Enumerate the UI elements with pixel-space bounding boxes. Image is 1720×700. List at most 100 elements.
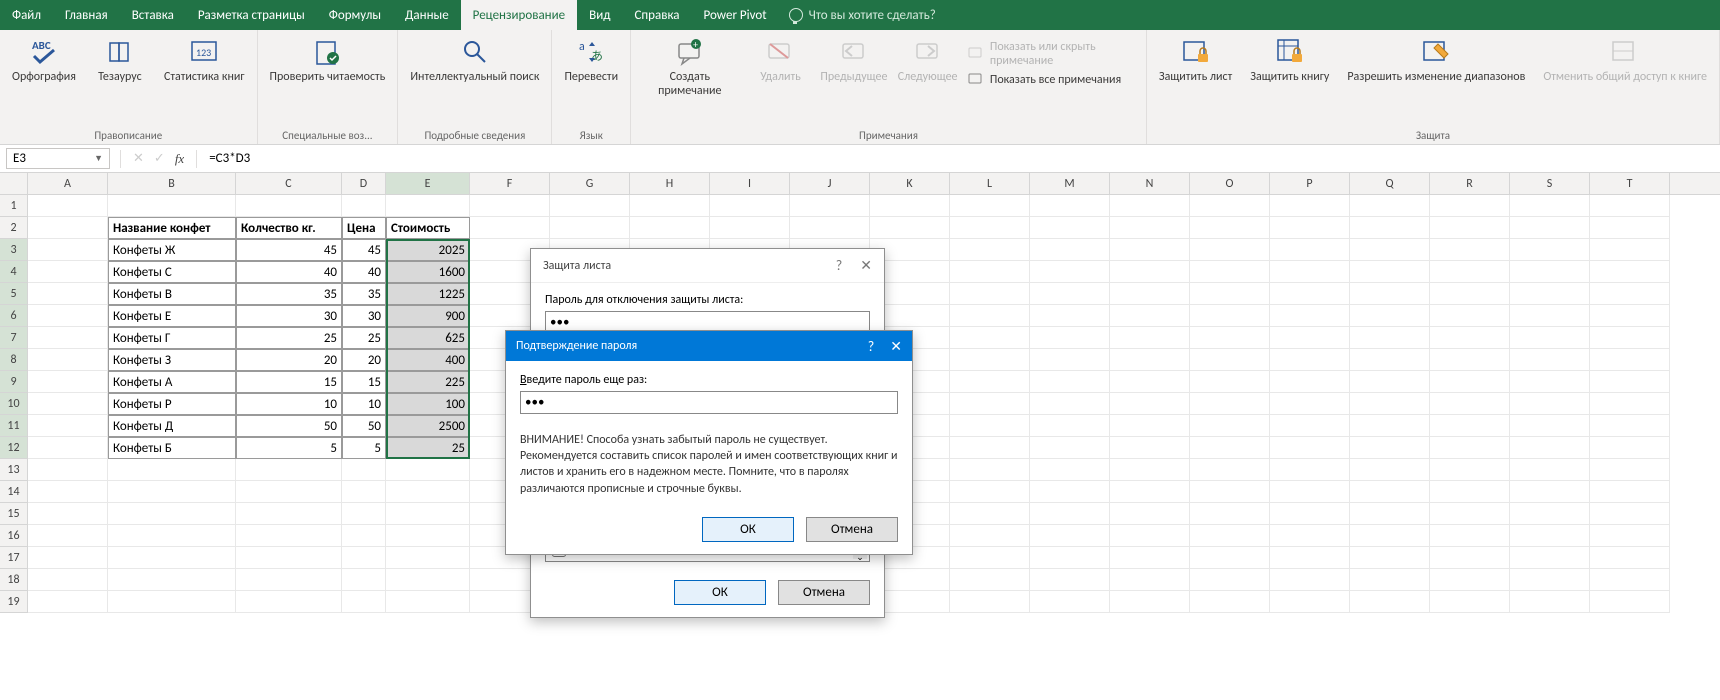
- cell[interactable]: [1510, 261, 1590, 283]
- column-header[interactable]: F: [470, 173, 550, 194]
- cell[interactable]: [1030, 393, 1110, 415]
- cell[interactable]: [470, 195, 550, 217]
- cell[interactable]: [1590, 547, 1670, 569]
- cell[interactable]: [710, 217, 790, 239]
- cell[interactable]: [1270, 437, 1350, 459]
- cell[interactable]: [28, 591, 108, 613]
- cell[interactable]: 100: [386, 393, 470, 415]
- cell[interactable]: Конфеты Е: [108, 305, 236, 327]
- cancel-button[interactable]: Отмена: [778, 580, 870, 605]
- cell[interactable]: [1270, 569, 1350, 591]
- cell[interactable]: [1350, 591, 1430, 613]
- menu-tab-9[interactable]: Power Pivot: [692, 0, 779, 30]
- cell[interactable]: [1110, 547, 1190, 569]
- cell[interactable]: 20: [342, 349, 386, 371]
- menu-tab-6[interactable]: Рецензирование: [461, 0, 577, 30]
- cell[interactable]: [1350, 547, 1430, 569]
- cell[interactable]: [1350, 195, 1430, 217]
- cell[interactable]: 25: [236, 327, 342, 349]
- menu-tab-8[interactable]: Справка: [622, 0, 691, 30]
- cell[interactable]: [28, 283, 108, 305]
- cell[interactable]: [950, 393, 1030, 415]
- column-header[interactable]: B: [108, 173, 236, 194]
- cell[interactable]: Конфеты Ж: [108, 239, 236, 261]
- cell[interactable]: [1590, 261, 1670, 283]
- cell[interactable]: Цена: [342, 217, 386, 239]
- cell[interactable]: Конфеты А: [108, 371, 236, 393]
- cancel-formula-icon[interactable]: ✕: [133, 151, 144, 166]
- cell[interactable]: [1190, 239, 1270, 261]
- cell[interactable]: [1510, 525, 1590, 547]
- allow-edit-ranges-button[interactable]: Разрешить изменение диапазонов: [1343, 34, 1529, 86]
- cell[interactable]: Колчество кг.: [236, 217, 342, 239]
- cell[interactable]: [1030, 415, 1110, 437]
- cell[interactable]: [1590, 283, 1670, 305]
- cell[interactable]: [950, 283, 1030, 305]
- cell[interactable]: [550, 217, 630, 239]
- cell[interactable]: [1270, 371, 1350, 393]
- fx-icon[interactable]: fx: [175, 151, 184, 167]
- cell[interactable]: [1430, 591, 1510, 613]
- cell[interactable]: 15: [236, 371, 342, 393]
- cell[interactable]: [1270, 459, 1350, 481]
- cell[interactable]: [1430, 371, 1510, 393]
- cell[interactable]: 20: [236, 349, 342, 371]
- cell[interactable]: [28, 525, 108, 547]
- spelling-button[interactable]: ABC Орфография: [8, 34, 80, 86]
- cell[interactable]: [1350, 569, 1430, 591]
- cell[interactable]: 625: [386, 327, 470, 349]
- cell[interactable]: [1590, 239, 1670, 261]
- row-header[interactable]: 2: [0, 217, 28, 239]
- cell[interactable]: [1190, 217, 1270, 239]
- cell[interactable]: [1030, 261, 1110, 283]
- cell[interactable]: [950, 239, 1030, 261]
- row-header[interactable]: 10: [0, 393, 28, 415]
- cell[interactable]: [1430, 305, 1510, 327]
- column-header[interactable]: G: [550, 173, 630, 194]
- cell[interactable]: [1270, 547, 1350, 569]
- cell[interactable]: [1430, 415, 1510, 437]
- cell[interactable]: [1110, 459, 1190, 481]
- cell[interactable]: [1270, 195, 1350, 217]
- cell[interactable]: [1430, 481, 1510, 503]
- cell[interactable]: [1350, 481, 1430, 503]
- cell[interactable]: 40: [236, 261, 342, 283]
- ok-button[interactable]: ОК: [702, 517, 794, 542]
- cell[interactable]: [470, 217, 550, 239]
- row-header[interactable]: 5: [0, 283, 28, 305]
- cell[interactable]: [1030, 503, 1110, 525]
- cell[interactable]: [1270, 327, 1350, 349]
- close-icon[interactable]: ✕: [890, 338, 902, 355]
- cell[interactable]: [1350, 503, 1430, 525]
- cell[interactable]: [28, 217, 108, 239]
- cell[interactable]: [1030, 437, 1110, 459]
- cell[interactable]: [236, 195, 342, 217]
- cell[interactable]: [950, 591, 1030, 613]
- cell[interactable]: [870, 195, 950, 217]
- cell[interactable]: [1030, 569, 1110, 591]
- row-header[interactable]: 12: [0, 437, 28, 459]
- row-header[interactable]: 13: [0, 459, 28, 481]
- cell[interactable]: [1270, 525, 1350, 547]
- cell[interactable]: [1190, 283, 1270, 305]
- cell[interactable]: [1030, 349, 1110, 371]
- cell[interactable]: 25: [386, 437, 470, 459]
- cell[interactable]: [386, 547, 470, 569]
- row-header[interactable]: 17: [0, 547, 28, 569]
- cell[interactable]: [1590, 371, 1670, 393]
- cell[interactable]: [550, 195, 630, 217]
- cell[interactable]: [1190, 569, 1270, 591]
- cell[interactable]: Конфеты Д: [108, 415, 236, 437]
- close-icon[interactable]: ✕: [860, 257, 872, 274]
- select-all-corner[interactable]: [0, 173, 28, 194]
- cell[interactable]: [1430, 195, 1510, 217]
- row-header[interactable]: 4: [0, 261, 28, 283]
- menu-tab-2[interactable]: Вставка: [120, 0, 186, 30]
- cell[interactable]: [28, 239, 108, 261]
- name-box[interactable]: E3 ▼: [6, 148, 110, 169]
- row-header[interactable]: 3: [0, 239, 28, 261]
- cell[interactable]: [1510, 437, 1590, 459]
- cell[interactable]: [1350, 327, 1430, 349]
- column-header[interactable]: I: [710, 173, 790, 194]
- cell[interactable]: 40: [342, 261, 386, 283]
